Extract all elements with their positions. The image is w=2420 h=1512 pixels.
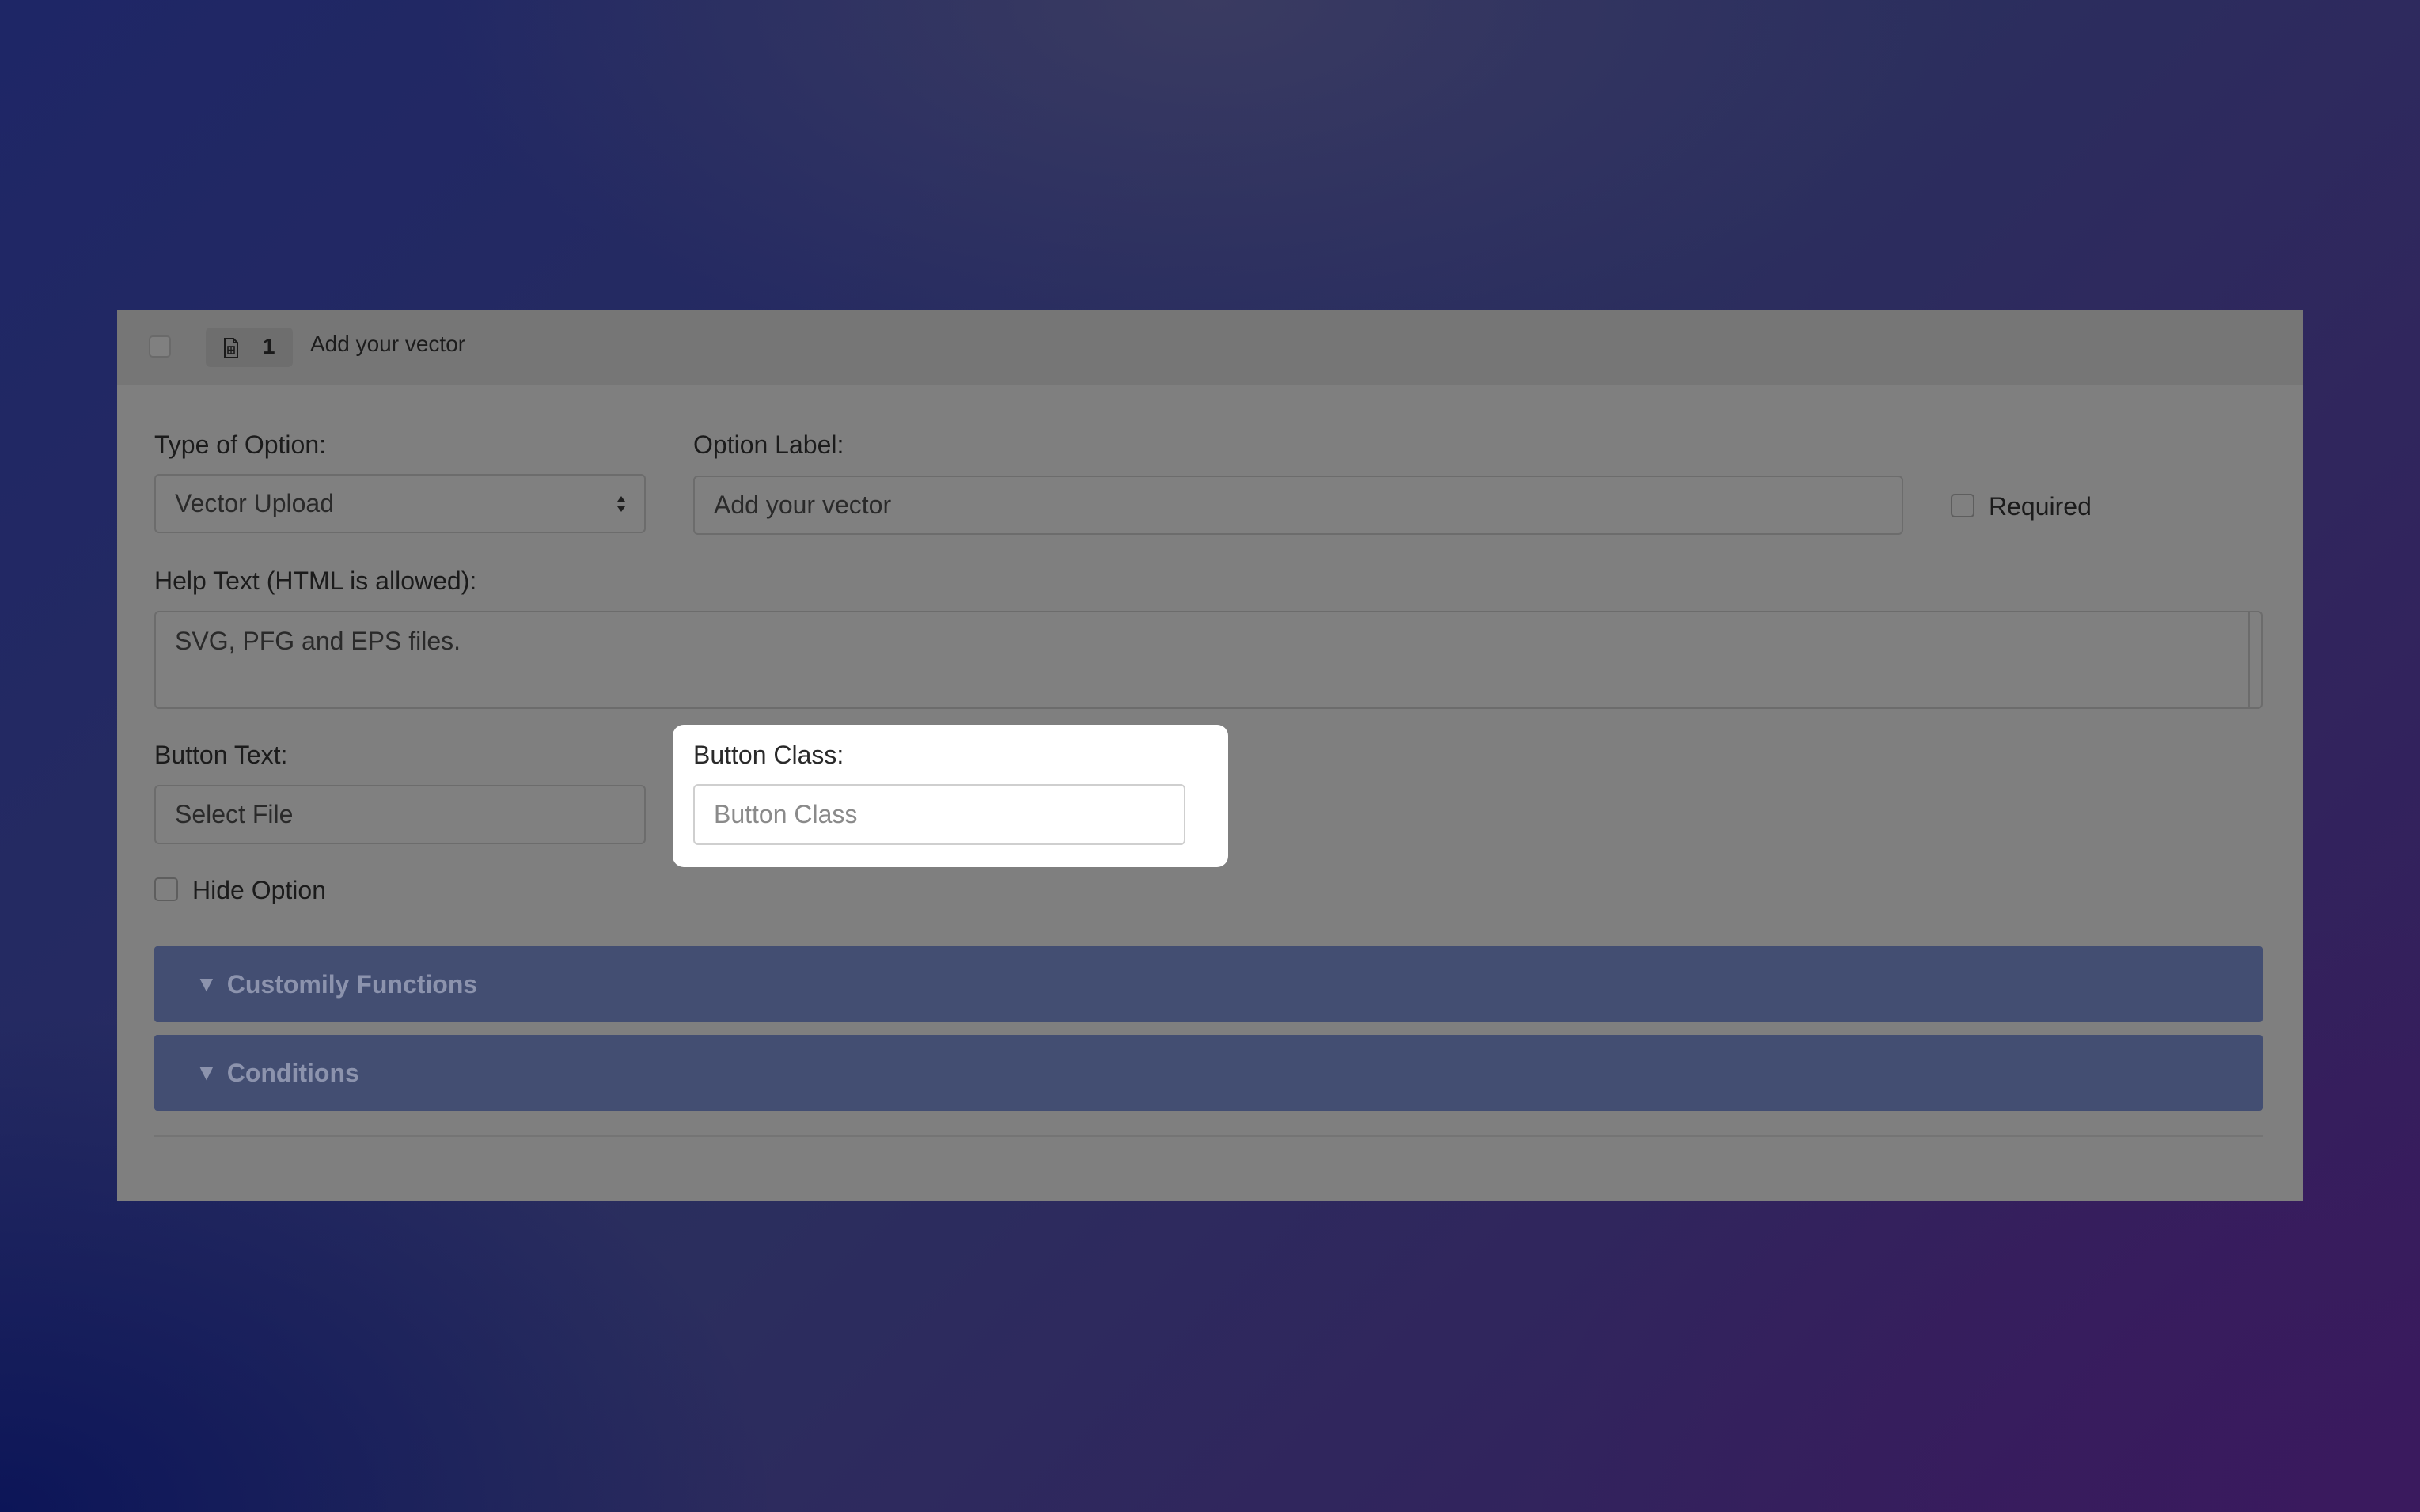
type-of-option-value: Vector Upload xyxy=(175,489,335,517)
option-label-value: Add your vector xyxy=(714,491,892,519)
hide-option-checkbox[interactable] xyxy=(154,877,178,901)
option-number-badge xyxy=(206,328,293,367)
option-panel-header[interactable]: 1 Add your vector xyxy=(117,310,2303,385)
button-text-label: Button Text: xyxy=(154,741,288,769)
button-class-input[interactable] xyxy=(693,784,1185,845)
conditions-accordion[interactable]: ▼ Conditions xyxy=(154,1035,2263,1111)
file-icon xyxy=(224,338,238,358)
option-number: 1 xyxy=(263,334,275,358)
button-text-value: Select File xyxy=(175,800,294,828)
option-header-title: Add your vector xyxy=(310,332,466,356)
type-of-option-select[interactable]: Vector Upload xyxy=(154,474,646,533)
button-class-label: Button Class: xyxy=(693,741,844,769)
help-text-textarea[interactable]: SVG, PFG and EPS files. xyxy=(154,611,2263,709)
textarea-scrollbar[interactable] xyxy=(2248,612,2261,707)
required-checkbox[interactable] xyxy=(1951,494,1974,517)
help-text-value: SVG, PFG and EPS files. xyxy=(175,627,461,655)
hide-option-label: Hide Option xyxy=(192,876,326,904)
conditions-title: Conditions xyxy=(226,1058,359,1087)
triangle-down-icon: ▼ xyxy=(195,1060,218,1085)
customily-functions-title: Customily Functions xyxy=(226,969,478,999)
type-of-option-label: Type of Option: xyxy=(154,430,327,459)
option-label-label: Option Label: xyxy=(693,430,844,459)
required-label: Required xyxy=(1989,492,2092,521)
customily-functions-accordion[interactable]: ▼ Customily Functions xyxy=(154,946,2263,1022)
help-text-label: Help Text (HTML is allowed): xyxy=(154,567,477,595)
divider xyxy=(154,1135,2263,1137)
option-label-input[interactable]: Add your vector xyxy=(693,476,1903,535)
select-option-checkbox[interactable] xyxy=(149,335,171,358)
button-text-input[interactable]: Select File xyxy=(154,785,646,844)
select-arrows-icon xyxy=(617,495,625,512)
triangle-down-icon: ▼ xyxy=(195,972,218,996)
